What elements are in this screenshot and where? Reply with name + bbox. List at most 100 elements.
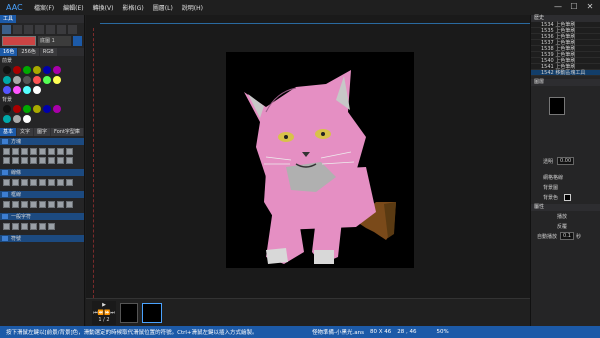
step-controls-icon[interactable]: ⏮⏪⏩⏭ [92, 310, 116, 317]
color-swatch[interactable] [43, 66, 51, 74]
glyph-cell[interactable] [3, 179, 10, 186]
glyph-cell[interactable] [39, 157, 46, 164]
glyph-cell[interactable] [39, 223, 46, 230]
color-swatch[interactable] [13, 86, 21, 94]
color-swatch[interactable] [23, 105, 31, 113]
menu-convert[interactable]: 轉換(V) [93, 3, 114, 12]
glyph-cell[interactable] [66, 201, 73, 208]
glyph-cell[interactable] [57, 157, 64, 164]
color-swatch[interactable] [13, 105, 21, 113]
autoplay-input[interactable]: 0.1 [560, 232, 574, 240]
color-swatch[interactable] [13, 76, 21, 84]
bg-image-row[interactable]: 背景圖 [531, 182, 600, 192]
color-swatch[interactable] [23, 66, 31, 74]
color-swatch[interactable] [43, 76, 51, 84]
glyph-cell[interactable] [3, 223, 10, 230]
close-button[interactable]: ✕ [585, 2, 595, 12]
color-swatch[interactable] [53, 105, 61, 113]
glyph-cell[interactable] [12, 157, 19, 164]
color-swatch[interactable] [33, 76, 41, 84]
section-lines[interactable]: 線條 [0, 169, 84, 176]
glyph-cell[interactable] [21, 201, 28, 208]
color-swatch[interactable] [13, 66, 21, 74]
opacity-input[interactable]: 0.00 [557, 157, 575, 165]
section-symbols[interactable]: 符號 [0, 235, 84, 242]
glyph-cell[interactable] [39, 201, 46, 208]
glyph-cell[interactable] [30, 179, 37, 186]
tab-16color[interactable]: 16色 [0, 48, 18, 56]
glyph-cell[interactable] [21, 148, 28, 155]
color-swatch[interactable] [33, 86, 41, 94]
glyph-cell[interactable] [66, 157, 73, 164]
color-swatch[interactable] [3, 86, 11, 94]
tab-256color[interactable]: 256色 [18, 48, 39, 56]
glyph-cell[interactable] [66, 148, 73, 155]
glyph-cell[interactable] [48, 179, 55, 186]
fill-tool-icon[interactable] [24, 25, 33, 34]
grid-toggle-row[interactable]: 網格格線 [531, 172, 600, 182]
glyph-cell[interactable] [30, 148, 37, 155]
tab-glyph[interactable]: 圖字 [34, 128, 51, 136]
text-tool-icon[interactable] [68, 25, 77, 34]
bg-color-chip[interactable] [564, 193, 572, 201]
color-swatch[interactable] [23, 115, 31, 123]
glyph-cell[interactable] [57, 179, 64, 186]
section-frames[interactable]: 框線 [0, 191, 84, 198]
color-swatch[interactable] [43, 105, 51, 113]
tab-text[interactable]: 文字 [17, 128, 34, 136]
color-swatch[interactable] [13, 115, 21, 123]
glyph-cell[interactable] [30, 223, 37, 230]
glyph-cell[interactable] [30, 201, 37, 208]
bg-color-row[interactable]: 背景色 [531, 192, 600, 202]
tab-rgb[interactable]: RGB [39, 48, 57, 56]
menu-help[interactable]: 說明(H) [182, 3, 203, 12]
color-swatch[interactable] [33, 66, 41, 74]
glyph-cell[interactable] [12, 223, 19, 230]
glyph-cell[interactable] [48, 201, 55, 208]
frame-thumbnail-selected[interactable] [142, 303, 162, 323]
playback-row[interactable]: 播放 [531, 211, 600, 221]
glyph-cell[interactable] [39, 148, 46, 155]
color-swatch[interactable] [3, 66, 11, 74]
section-general-chars[interactable]: 一般字符 [0, 213, 84, 220]
menu-edit[interactable]: 編輯(E) [63, 3, 83, 12]
glyph-cell[interactable] [66, 179, 73, 186]
tab-basic[interactable]: 基本 [0, 128, 17, 136]
menu-frame[interactable]: 影格(G) [122, 3, 143, 12]
pencil-tool-icon[interactable] [2, 25, 11, 34]
move-tool-icon[interactable] [57, 25, 66, 34]
glyph-cell[interactable] [57, 148, 64, 155]
glyph-cell[interactable] [30, 157, 37, 164]
minimize-button[interactable]: — [553, 2, 563, 12]
glyph-cell[interactable] [21, 157, 28, 164]
char-layer-field[interactable]: 底圖 1 [38, 36, 71, 46]
loop-row[interactable]: 反覆 [531, 221, 600, 231]
glyph-cell[interactable] [12, 148, 19, 155]
glyph-cell[interactable] [3, 157, 10, 164]
color-swatch[interactable] [53, 66, 61, 74]
frame-thumbnail[interactable] [120, 303, 138, 323]
tab-tools[interactable]: 工具 [0, 15, 17, 23]
menu-layer[interactable]: 圖層(L) [153, 3, 173, 12]
brush-tool-icon[interactable] [13, 25, 22, 34]
color-swatch[interactable] [3, 115, 11, 123]
glyph-cell[interactable] [12, 179, 19, 186]
glyph-cell[interactable] [39, 179, 46, 186]
select-tool-icon[interactable] [35, 25, 44, 34]
drawing-canvas[interactable] [226, 52, 414, 268]
glyph-cell[interactable] [48, 223, 55, 230]
glyph-cell[interactable] [3, 201, 10, 208]
color-swatch[interactable] [53, 76, 61, 84]
history-item-selected[interactable]: 1542 移動區塊工具 [531, 70, 600, 76]
play-icon[interactable]: ▶ [92, 301, 116, 310]
swap-icon[interactable] [73, 36, 82, 46]
color-swatch[interactable] [3, 105, 11, 113]
color-swatch[interactable] [3, 76, 11, 84]
color-swatch[interactable] [33, 105, 41, 113]
glyph-cell[interactable] [21, 179, 28, 186]
glyph-cell[interactable] [48, 148, 55, 155]
eyedropper-tool-icon[interactable] [46, 25, 55, 34]
glyph-cell[interactable] [3, 148, 10, 155]
tab-font-library[interactable]: Font字型庫 [51, 128, 83, 136]
status-zoom[interactable]: 50% [436, 329, 448, 335]
